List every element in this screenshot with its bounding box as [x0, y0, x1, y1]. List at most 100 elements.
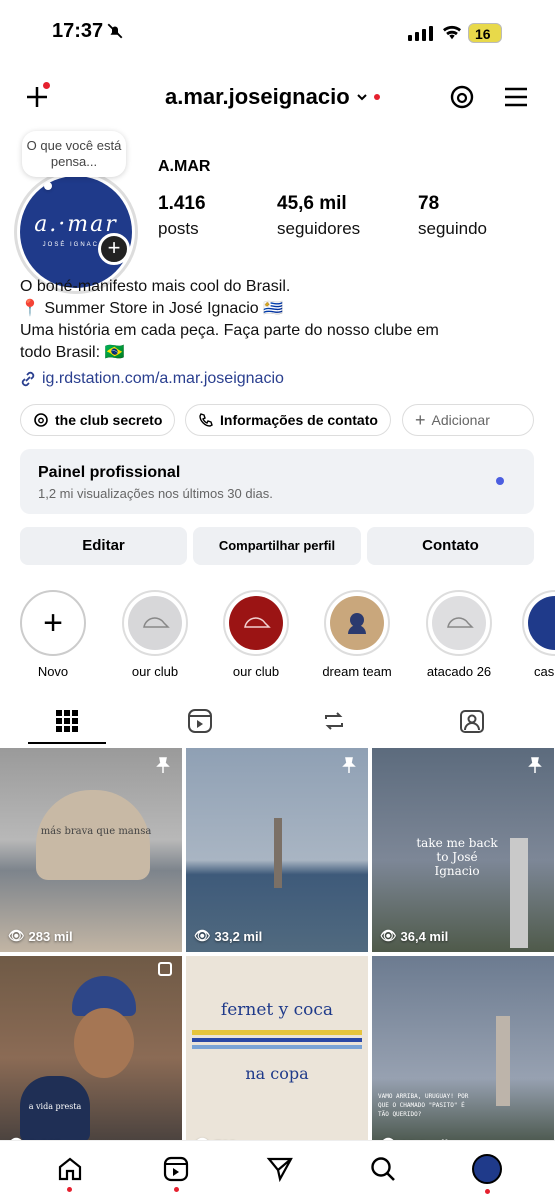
- profile-link[interactable]: ig.rdstation.com/a.mar.joseignacio: [20, 370, 284, 388]
- add-chip[interactable]: + Adicionar: [402, 404, 534, 436]
- post-caption: más brava que mansa: [40, 826, 152, 837]
- pin-icon: [528, 757, 542, 773]
- cap-icon: [128, 596, 182, 650]
- highlight-item[interactable]: cas: [516, 590, 555, 679]
- home-notification-dot: [67, 1187, 72, 1192]
- add-chip-label: Adicionar: [431, 412, 490, 428]
- bio-line: O boné-manifesto mais cool do Brasil.: [20, 278, 291, 295]
- dashboard-title: Painel profissional: [38, 464, 181, 481]
- note-bubble[interactable]: O que você está pensa...: [22, 131, 126, 177]
- link-icon: [21, 371, 35, 387]
- send-icon[interactable]: [266, 1155, 294, 1183]
- profile-link-text: ig.rdstation.com/a.mar.joseignacio: [42, 370, 284, 387]
- brand-logo-icon: [528, 596, 555, 650]
- posts-label: posts: [158, 219, 199, 238]
- home-icon[interactable]: [56, 1155, 84, 1183]
- highlight-label: dream team: [322, 664, 392, 679]
- status-bar: 17:37 16: [0, 0, 555, 62]
- club-chip-label: the club secreto: [55, 412, 163, 428]
- username-switcher[interactable]: a.mar.joseignacio: [165, 84, 380, 110]
- dashboard-subtitle: 1,2 mi visualizações nos últimos 30 dias…: [38, 486, 273, 501]
- grid-post[interactable]: VAMO ARRIBA, URUGUAY! POR QUE O CHAMADO …: [372, 956, 554, 1160]
- active-tab-indicator: [28, 742, 106, 744]
- bio: O boné-manifesto mais cool do Brasil. 📍 …: [20, 276, 439, 364]
- phone-icon: [199, 413, 213, 427]
- threads-chat-icon: [34, 413, 48, 427]
- muted-bell-icon: [107, 23, 123, 39]
- followers-label: seguidores: [277, 219, 361, 238]
- reels-notification-dot: [174, 1187, 179, 1192]
- dashboard-dot: [496, 477, 504, 485]
- highlight-item[interactable]: atacado 26: [416, 590, 502, 679]
- add-story-button[interactable]: +: [98, 233, 130, 265]
- post-caption: a vida presta: [28, 1102, 82, 1111]
- post-caption: VAMO ARRIBA, URUGUAY! POR QUE O CHAMADO …: [378, 1093, 469, 1118]
- highlight-item[interactable]: our club: [213, 590, 299, 679]
- post-views: 👁 283 mil: [8, 928, 73, 944]
- uruguay-flag-icon: 🇺🇾: [263, 300, 284, 317]
- contact-info-label: Informações de contato: [220, 412, 378, 428]
- profile-name: A.MAR: [158, 158, 211, 175]
- bio-line: todo Brasil: 🇧🇷: [20, 342, 439, 364]
- chevron-down-icon: [356, 94, 367, 101]
- highlight-label: our club: [131, 664, 179, 679]
- bio-line-text: Summer Store in José Ignacio: [44, 300, 259, 317]
- signal-icon: [408, 26, 433, 41]
- followers-stat[interactable]: 45,6 mil seguidores: [277, 193, 360, 239]
- bio-line: Uma história em cada peça. Faça parte do…: [20, 322, 439, 339]
- threads-icon[interactable]: [449, 84, 475, 110]
- highlight-label: Novo: [37, 664, 69, 679]
- reels-icon[interactable]: [162, 1155, 190, 1183]
- cap-icon: [432, 596, 486, 650]
- menu-icon[interactable]: [503, 86, 529, 108]
- post-views: 👁 33,2 mil: [194, 928, 262, 944]
- contact-button[interactable]: Contato: [367, 527, 534, 565]
- grid-post[interactable]: take me back to José Ignacio 👁 36,4 mil: [372, 748, 554, 952]
- grid-tab-icon[interactable]: [54, 708, 80, 734]
- tagged-tab-icon[interactable]: [459, 708, 485, 734]
- eye-icon: 👁: [8, 928, 25, 943]
- battery-icon: 16: [468, 23, 502, 43]
- views-count: 33,2 mil: [214, 928, 263, 944]
- post-views: 👁 36,4 mil: [380, 928, 448, 944]
- grid-post[interactable]: a vida presta 👁2.449: [0, 956, 182, 1160]
- contact-info-chip[interactable]: Informações de contato: [185, 404, 391, 436]
- search-icon[interactable]: [369, 1155, 397, 1183]
- pin-icon: [342, 757, 356, 773]
- bio-line-text: todo Brasil:: [20, 344, 101, 361]
- highlight-label: cas: [534, 664, 555, 679]
- post-caption: na copa: [245, 1064, 309, 1083]
- highlight-item[interactable]: dream team: [314, 590, 400, 679]
- club-chip[interactable]: the club secreto: [20, 404, 176, 436]
- highlight-label: our club: [232, 664, 280, 679]
- pin-icon: [156, 757, 170, 773]
- highlight-item[interactable]: our club: [112, 590, 198, 679]
- profile-avatar-icon[interactable]: [472, 1154, 502, 1184]
- grid-post[interactable]: fernet y coca na copa 👁783: [186, 956, 368, 1160]
- profile-notification-dot: [485, 1189, 490, 1194]
- posts-stat[interactable]: 1.416 posts: [158, 193, 206, 239]
- professional-dashboard[interactable]: Painel profissional 1,2 mi visualizações…: [20, 449, 534, 514]
- highlight-label: atacado 26: [426, 664, 492, 679]
- reels-tab-icon[interactable]: [187, 708, 213, 734]
- followers-count: 45,6 mil: [277, 193, 347, 214]
- posts-count: 1.416: [158, 193, 206, 214]
- highlight-new[interactable]: + Novo: [10, 590, 96, 679]
- following-stat[interactable]: 78 seguindo: [418, 193, 487, 239]
- edit-profile-button[interactable]: Editar: [20, 527, 187, 565]
- reposts-tab-icon[interactable]: [321, 708, 347, 734]
- grid-post[interactable]: 👁 33,2 mil: [186, 748, 368, 952]
- post-caption: fernet y coca: [220, 1000, 334, 1020]
- pin-emoji-icon: 📍: [20, 300, 40, 317]
- cap-icon: [229, 596, 283, 650]
- create-notification-dot: [43, 82, 50, 89]
- avatar[interactable]: a.·mar JOSÉ IGNACIO: [20, 176, 132, 288]
- wifi-icon: [443, 25, 461, 40]
- status-time: 17:37: [52, 20, 104, 42]
- eye-icon: 👁: [380, 928, 397, 943]
- following-count: 78: [418, 193, 440, 214]
- bottom-nav: [0, 1140, 555, 1200]
- grid-post[interactable]: más brava que mansa 👁 283 mil: [0, 748, 182, 952]
- bio-line: 📍 Summer Store in José Ignacio 🇺🇾: [20, 298, 439, 320]
- share-profile-button[interactable]: Compartilhar perfil: [193, 527, 361, 565]
